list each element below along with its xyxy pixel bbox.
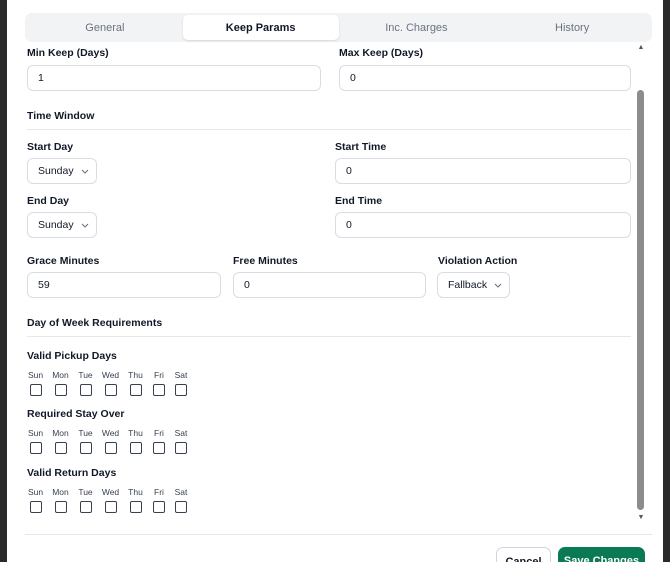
end-day-value: Sunday [38, 219, 74, 231]
return-fri-checkbox[interactable] [153, 501, 165, 513]
day-label: Sat [174, 428, 188, 438]
tab-inc-charges[interactable]: Inc. Charges [339, 15, 495, 40]
scrollbar-thumb[interactable] [637, 90, 644, 510]
dow-divider [27, 336, 631, 337]
stay-sun-checkbox[interactable] [29, 442, 42, 454]
backdrop-right [662, 0, 670, 562]
end-day-select[interactable]: Sunday [27, 212, 97, 238]
day-label: Wed [101, 428, 120, 438]
footer-divider [25, 534, 652, 535]
end-time-label: End Time [335, 195, 383, 207]
return-sun-checkbox[interactable] [29, 501, 42, 513]
scroll-up-arrow-icon[interactable]: ▲ [637, 44, 645, 52]
start-time-input[interactable]: 0 [335, 158, 631, 184]
chevron-down-icon [81, 223, 89, 228]
cancel-button[interactable]: Cancel [496, 547, 551, 562]
stay-sat-checkbox[interactable] [175, 442, 187, 454]
stay-mon-checkbox[interactable] [54, 442, 67, 454]
day-label: Sun [27, 428, 44, 438]
return-wed-checkbox[interactable] [104, 501, 117, 513]
return-days-group: Sun Mon Tue Wed Thu Fri Sat [23, 487, 192, 513]
time-window-divider [27, 129, 631, 130]
start-day-select[interactable]: Sunday [27, 158, 97, 184]
grace-minutes-label: Grace Minutes [27, 255, 100, 267]
day-label: Wed [101, 370, 120, 380]
day-label: Wed [101, 487, 120, 497]
pickup-tue-checkbox[interactable] [79, 384, 92, 396]
dow-heading: Day of Week Requirements [27, 317, 163, 329]
violation-action-label: Violation Action [438, 255, 518, 267]
day-label: Sat [174, 487, 188, 497]
tab-bar: General Keep Params Inc. Charges History [25, 13, 652, 42]
pickup-sat-checkbox[interactable] [175, 384, 187, 396]
day-label: Fri [154, 428, 164, 438]
stay-fri-checkbox[interactable] [153, 442, 165, 454]
violation-action-value: Fallback [448, 279, 488, 291]
pickup-mon-checkbox[interactable] [54, 384, 67, 396]
stay-tue-checkbox[interactable] [79, 442, 92, 454]
panel-scrollbar[interactable]: ▲ ▼ [635, 42, 647, 530]
free-minutes-label: Free Minutes [233, 255, 298, 267]
pickup-sun-checkbox[interactable] [29, 384, 42, 396]
return-thu-checkbox[interactable] [129, 501, 142, 513]
day-label: Tue [78, 487, 93, 497]
grace-minutes-input[interactable]: 59 [27, 272, 221, 298]
stay-over-label: Required Stay Over [27, 408, 125, 420]
start-day-value: Sunday [38, 165, 74, 177]
start-day-label: Start Day [27, 141, 74, 153]
day-label: Sun [27, 370, 44, 380]
pickup-wed-checkbox[interactable] [104, 384, 117, 396]
edit-dialog: General Keep Params Inc. Charges History… [7, 0, 663, 562]
day-label: Sun [27, 487, 44, 497]
keep-params-panel: Min Keep (Days) 1 Max Keep (Days) 0 Time… [7, 42, 635, 530]
end-day-label: End Day [27, 195, 70, 207]
return-tue-checkbox[interactable] [79, 501, 92, 513]
min-keep-label: Min Keep (Days) [27, 47, 109, 59]
day-label: Tue [78, 428, 93, 438]
stay-thu-checkbox[interactable] [129, 442, 142, 454]
free-minutes-input[interactable]: 0 [233, 272, 426, 298]
end-time-input[interactable]: 0 [335, 212, 631, 238]
return-days-label: Valid Return Days [27, 467, 117, 479]
save-changes-button[interactable]: Save Changes [558, 547, 645, 562]
day-label: Fri [154, 487, 164, 497]
stay-over-group: Sun Mon Tue Wed Thu Fri Sat [23, 428, 192, 454]
day-label: Tue [78, 370, 93, 380]
start-time-label: Start Time [335, 141, 387, 153]
return-mon-checkbox[interactable] [54, 501, 67, 513]
violation-action-select[interactable]: Fallback [437, 272, 510, 298]
chevron-down-icon [494, 283, 502, 288]
time-window-heading: Time Window [27, 110, 95, 122]
pickup-days-group: Sun Mon Tue Wed Thu Fri Sat [23, 370, 192, 396]
day-label: Fri [154, 370, 164, 380]
day-label: Mon [52, 370, 69, 380]
tab-general[interactable]: General [27, 15, 183, 40]
max-keep-label: Max Keep (Days) [339, 47, 424, 59]
max-keep-input[interactable]: 0 [339, 65, 631, 91]
day-label: Sat [174, 370, 188, 380]
day-label: Thu [128, 428, 143, 438]
pickup-thu-checkbox[interactable] [129, 384, 142, 396]
day-label: Mon [52, 487, 69, 497]
pickup-days-label: Valid Pickup Days [27, 350, 117, 362]
return-sat-checkbox[interactable] [175, 501, 187, 513]
chevron-down-icon [81, 169, 89, 174]
min-keep-input[interactable]: 1 [27, 65, 321, 91]
tab-history[interactable]: History [494, 15, 650, 40]
day-label: Thu [128, 487, 143, 497]
stay-wed-checkbox[interactable] [104, 442, 117, 454]
day-label: Thu [128, 370, 143, 380]
tab-keep-params[interactable]: Keep Params [182, 15, 339, 40]
day-label: Mon [52, 428, 69, 438]
pickup-fri-checkbox[interactable] [153, 384, 165, 396]
scroll-down-arrow-icon[interactable]: ▼ [637, 514, 645, 522]
